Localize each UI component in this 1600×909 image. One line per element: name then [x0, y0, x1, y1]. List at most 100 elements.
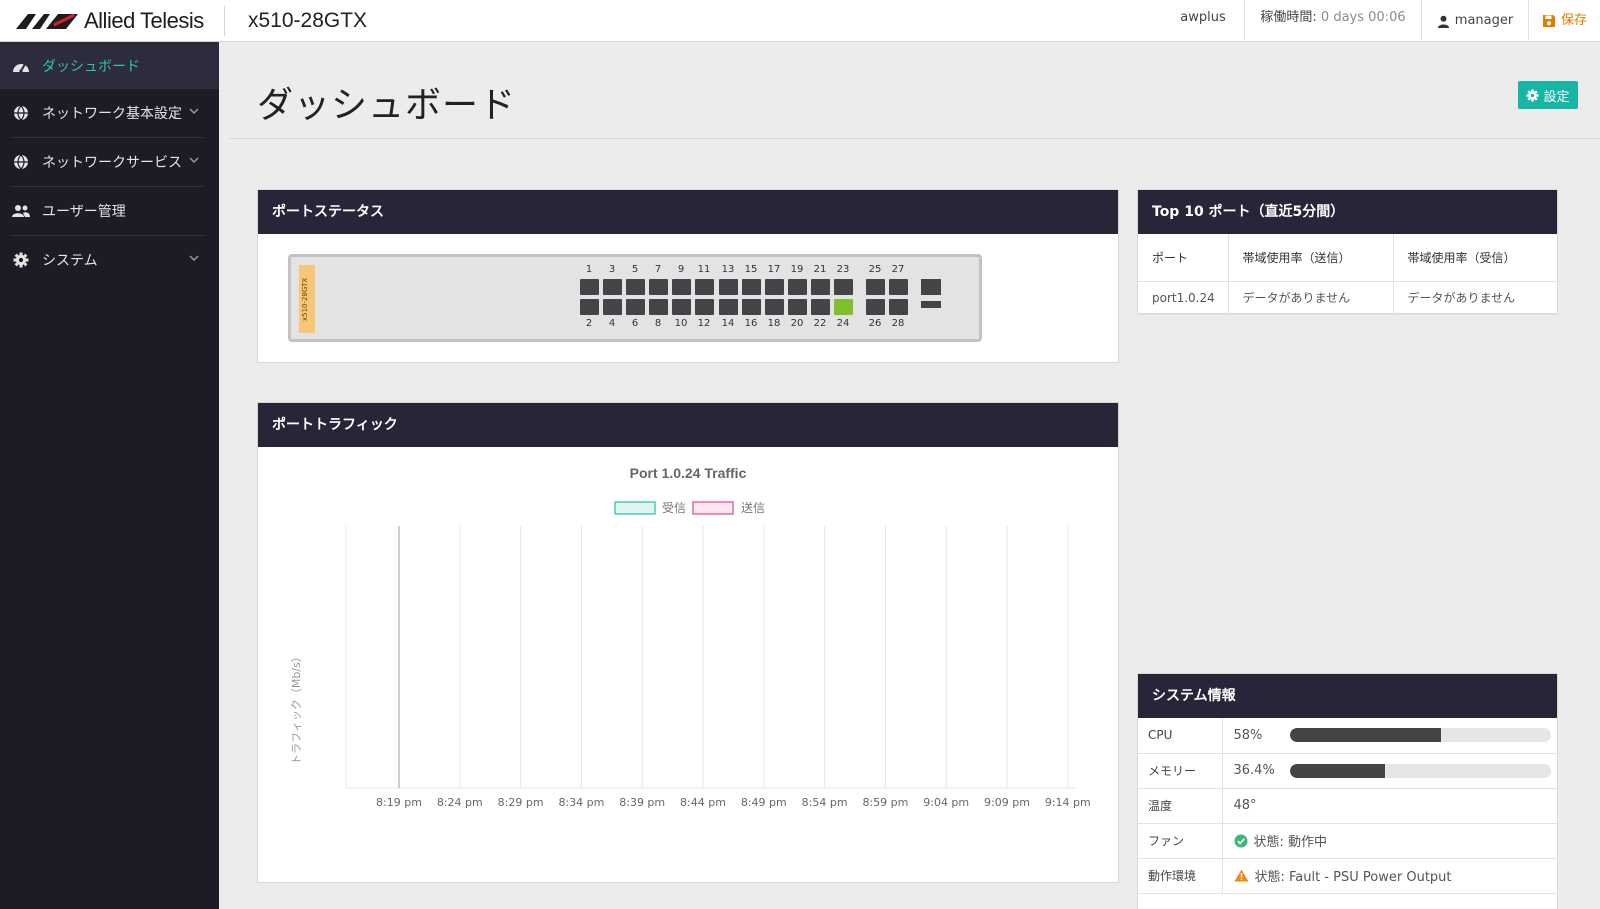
table-row: CPU 58%: [1138, 718, 1557, 754]
chart-title: Port 1.0.24 Traffic: [630, 465, 747, 481]
environment-label: 動作環境: [1138, 858, 1223, 894]
settings-label: 設定: [1543, 89, 1570, 105]
port-19[interactable]: [788, 279, 807, 295]
sidebar-item-user-management[interactable]: ユーザー管理: [0, 187, 219, 235]
gear-icon: [12, 251, 30, 269]
port-13[interactable]: [719, 279, 738, 295]
port-2[interactable]: [580, 299, 599, 315]
check-circle-icon: [1234, 834, 1247, 847]
port-traffic-panel: ポートトラフィック Port 1.0.24 Traffic 受信 送信 トラフィ…: [257, 402, 1119, 883]
port-label: 24: [836, 318, 850, 329]
traffic-chart: Port 1.0.24 Traffic 受信 送信 トラフィック（Mb/s） 8…: [290, 465, 1091, 809]
port-18[interactable]: [765, 299, 784, 315]
cpu-label: CPU: [1138, 718, 1223, 754]
port-23[interactable]: [834, 279, 853, 295]
port-11[interactable]: [695, 279, 714, 295]
allied-telesis-logo-icon: [16, 13, 78, 29]
environment-status: 状態: Fault - PSU Power Output: [1234, 866, 1558, 885]
settings-button[interactable]: 設定: [1518, 81, 1578, 109]
sidebar-item-network-services[interactable]: ネットワークサービス: [0, 138, 219, 186]
port-label: 17: [767, 264, 781, 275]
port-label: 27: [891, 264, 905, 275]
x-tick-label: 9:04 pm: [923, 796, 969, 809]
brand-logo[interactable]: Allied Telesis: [16, 8, 204, 34]
port-15[interactable]: [742, 279, 761, 295]
port-16[interactable]: [742, 299, 761, 315]
y-axis-label: トラフィック（Mb/s）: [290, 651, 303, 765]
environment-status-text: 状態: Fault - PSU Power Output: [1254, 870, 1452, 885]
usb-port[interactable]: [921, 301, 941, 308]
port-17[interactable]: [765, 279, 784, 295]
switch-faceplate: x510-28GTX 1 2 3 4 5 6 7 8 9 10 11 12 13 14 15 16 17 18 19…: [288, 254, 982, 342]
sidebar-item-dashboard[interactable]: ダッシュボード: [0, 42, 219, 89]
fan-status-text: 状態: 動作中: [1253, 835, 1328, 850]
port-label: 23: [836, 264, 850, 275]
port-label: 14: [721, 318, 735, 329]
table-cell-rx: データがありません: [1393, 281, 1557, 315]
port-27[interactable]: [889, 279, 908, 295]
environment-value-cell: 状態: Fault - PSU Power Output: [1222, 858, 1558, 894]
port-label: 3: [608, 264, 616, 275]
port-20[interactable]: [788, 299, 807, 315]
x-tick-label: 8:39 pm: [619, 796, 665, 809]
port-14[interactable]: [719, 299, 738, 315]
dashboard-gauge-icon: [12, 57, 30, 75]
fan-value-cell: 状態: 動作中: [1222, 823, 1557, 859]
save-button[interactable]: 保存: [1528, 0, 1600, 42]
uptime-value: 0 days 00:06: [1320, 10, 1406, 25]
port-label: 5: [631, 264, 639, 275]
port-label: 9: [677, 264, 685, 275]
legend-label-rx[interactable]: 受信: [662, 501, 686, 515]
port-4[interactable]: [603, 299, 622, 315]
port-label: 21: [813, 264, 827, 275]
port-26[interactable]: [866, 299, 885, 315]
top-bar: Allied Telesis x510-28GTX awplus 稼働時間: 0…: [0, 0, 1600, 42]
port-1[interactable]: [580, 279, 599, 295]
x-axis-ticks: 8:19 pm 8:24 pm 8:29 pm 8:34 pm 8:39 pm 8:44 …: [376, 796, 1091, 809]
port-7[interactable]: [649, 279, 668, 295]
legend-swatch-tx[interactable]: [692, 501, 734, 515]
port-3[interactable]: [603, 279, 622, 295]
table-row: メモリー 36.4%: [1138, 753, 1557, 789]
device-tag: x510-28GTX: [299, 265, 315, 333]
user-menu[interactable]: manager: [1421, 0, 1528, 42]
port-traffic-title: ポートトラフィック: [258, 403, 1118, 447]
port-label: 10: [674, 318, 688, 329]
column-header-tx[interactable]: 帯域使用率（送信）: [1228, 234, 1394, 282]
header-divider: [224, 6, 225, 36]
device-model: x510-28GTX: [248, 9, 368, 32]
port-label: 11: [697, 264, 711, 275]
column-header-port[interactable]: ポート: [1138, 234, 1229, 282]
legend-swatch-rx[interactable]: [614, 501, 656, 515]
port-label: 7: [654, 264, 662, 275]
user-name: manager: [1454, 13, 1514, 28]
port-24[interactable]: [834, 299, 853, 315]
port-10[interactable]: [672, 299, 691, 315]
memory-progress-bar: [1289, 763, 1551, 778]
port-25[interactable]: [866, 279, 885, 295]
port-label: 1: [585, 264, 593, 275]
legend-label-tx[interactable]: 送信: [741, 500, 765, 515]
sidebar-item-label: ネットワーク基本設定: [42, 106, 182, 122]
table-row[interactable]: port1.0.24 データがありません データがありません: [1138, 281, 1557, 315]
memory-value: 36.4%: [1233, 763, 1275, 778]
sidebar-item-label: システム: [42, 253, 98, 269]
port-28[interactable]: [889, 299, 908, 315]
port-label: 22: [813, 318, 827, 329]
port-label: 4: [608, 318, 616, 329]
port-12[interactable]: [695, 299, 714, 315]
sidebar-item-system[interactable]: システム: [0, 236, 219, 284]
column-header-rx[interactable]: 帯域使用率（受信）: [1393, 234, 1557, 282]
chevron-down-icon: [189, 108, 199, 115]
management-port[interactable]: [921, 279, 941, 295]
port-8[interactable]: [649, 299, 668, 315]
port-6[interactable]: [626, 299, 645, 315]
port-21[interactable]: [811, 279, 830, 295]
port-5[interactable]: [626, 279, 645, 295]
sidebar-item-network-basic[interactable]: ネットワーク基本設定: [0, 89, 219, 137]
users-icon: [12, 202, 30, 220]
port-9[interactable]: [672, 279, 691, 295]
table-cell-port: port1.0.24: [1138, 281, 1229, 315]
page-title: ダッシュボード: [257, 85, 517, 126]
port-22[interactable]: [811, 299, 830, 315]
